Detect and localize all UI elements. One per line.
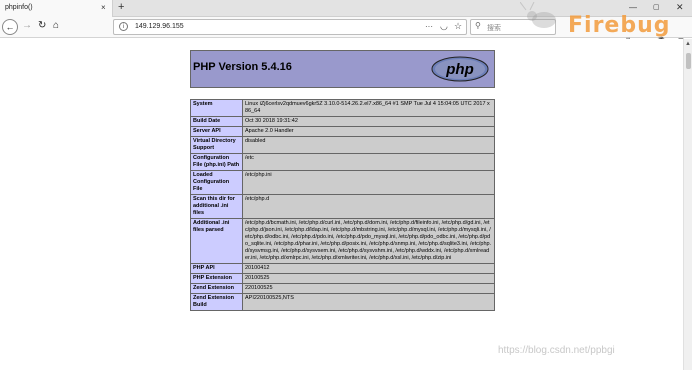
tab-title: phpinfo() [5,4,33,11]
row-label: Loaded Configuration File [190,170,243,195]
home-icon[interactable]: ⌂ [53,20,59,31]
php-info-table: System Linux iZj6cerlsv2qdmuev6gkr5Z 3.10… [190,99,495,311]
php-version-header: PHP Version 5.4.16 php [190,50,495,88]
scrollbar-thumb[interactable] [686,53,691,69]
row-value: 20100412 [242,263,495,274]
reload-icon[interactable]: ↻ [38,20,46,31]
table-row: Virtual Directory Support disabled [190,136,495,154]
row-value: /etc/php.ini [242,170,495,195]
table-row: Build Date Oct 30 2018 19:31:42 [190,116,495,127]
page-content: PHP Version 5.4.16 php System Linux iZj6c… [0,39,683,370]
row-label: Scan this dir for additional .ini files [190,194,243,219]
blog-watermark: https://blog.csdn.net/ppbgi [498,345,615,356]
row-label: Zend Extension Build [190,293,243,311]
row-label: Configuration File (php.ini) Path [190,153,243,171]
row-value: 220100525 [242,283,495,294]
firebug-logo-text: Firebug [568,13,671,38]
row-value: Linux iZj6cerlsv2qdmuev6gkr5Z 3.10.0-514… [242,99,495,117]
tab-phpinfo[interactable]: phpinfo() × [0,0,113,17]
row-value: Oct 30 2018 19:31:42 [242,116,495,127]
row-label: Build Date [190,116,243,127]
table-row: Scan this dir for additional .ini files /… [190,194,495,219]
forward-button-icon[interactable]: → [22,20,32,31]
row-label: PHP API [190,263,243,274]
firebug-bug-watermark-icon [520,2,556,28]
row-label: PHP Extension [190,273,243,284]
search-icon: ⚲ [475,21,481,30]
row-value: disabled [242,136,495,154]
window-maximize-icon[interactable]: ▢ [653,3,660,11]
window-minimize-icon[interactable]: — [629,3,637,12]
bookmark-star-icon[interactable]: ☆ [454,21,462,32]
table-row: Loaded Configuration File/etc/php.ini [190,170,495,195]
url-bar[interactable]: i 149.129.96.155 ··· ◡ ☆ [113,19,467,35]
table-row: Zend Extension Build API220100525,NTS [190,293,495,311]
row-value: /etc [242,153,495,171]
table-row: PHP API 20100412 [190,263,495,274]
table-row: System Linux iZj6cerlsv2qdmuev6gkr5Z 3.10… [190,99,495,117]
row-value: /etc/php.d/bcmath.ini, /etc/php.d/curl.i… [242,218,495,264]
page-title: PHP Version 5.4.16 [193,61,292,73]
new-tab-button[interactable]: + [118,1,124,14]
row-value: API220100525,NTS [242,293,495,311]
pocket-icon[interactable]: ◡ [440,21,448,32]
table-row: Server API Apache 2.0 Handler [190,126,495,137]
table-row: Additional .ini files parsed/etc/php.d/b… [190,218,495,264]
row-label: Server API [190,126,243,137]
tab-close-icon[interactable]: × [101,3,106,12]
table-row: Zend Extension 220100525 [190,283,495,294]
php-logo-text: php [445,61,474,78]
table-row: PHP Extension 20100525 [190,273,495,284]
back-button-icon[interactable]: ← [2,19,18,35]
row-value: Apache 2.0 Handler [242,126,495,137]
row-label: System [190,99,243,117]
site-info-icon[interactable]: i [119,22,128,31]
window-close-icon[interactable]: ✕ [676,2,684,13]
row-label: Virtual Directory Support [190,136,243,154]
row-value: /etc/php.d [242,194,495,219]
row-label: Additional .ini files parsed [190,218,243,264]
url-text[interactable]: 149.129.96.155 [135,23,184,30]
row-label: Zend Extension [190,283,243,294]
php-logo-icon: php [431,56,489,82]
row-value: 20100525 [242,273,495,284]
page-actions-icon[interactable]: ··· [425,22,433,31]
search-placeholder: 搜索 [487,25,501,32]
scroll-up-icon[interactable]: ▲ [685,41,691,47]
vertical-scrollbar[interactable]: ▲ [683,39,692,370]
table-row: Configuration File (php.ini) Path/etc [190,153,495,171]
